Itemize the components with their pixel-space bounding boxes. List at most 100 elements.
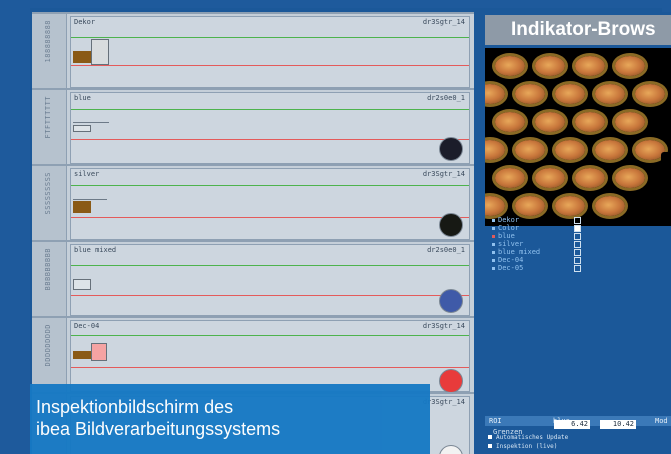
pattern-cell xyxy=(575,56,605,76)
indicator-box xyxy=(73,125,91,132)
indicator-tick xyxy=(73,122,109,123)
indicator-checkbox[interactable] xyxy=(574,217,581,224)
indicator-checkbox[interactable] xyxy=(574,241,581,248)
pattern-cell xyxy=(515,140,545,160)
inspection-image[interactable] xyxy=(485,48,671,226)
limit-min-input[interactable]: 6.42 xyxy=(554,420,590,429)
bullet-icon xyxy=(492,242,495,246)
lower-limit-line xyxy=(71,217,469,218)
panel-name: silver xyxy=(74,170,100,178)
pattern-cell xyxy=(555,196,585,216)
panel-axis-label: 188888888 xyxy=(32,14,67,90)
panel-name: Dec-04 xyxy=(74,322,100,330)
indicator-list-item[interactable]: Dec-04 xyxy=(492,256,581,264)
indicator-bar xyxy=(73,201,91,213)
upper-limit-line xyxy=(71,109,469,110)
panel-axis-label: DDDDDDDDD xyxy=(32,318,67,394)
bullet-icon xyxy=(492,218,495,222)
pattern-cell xyxy=(515,196,545,216)
indicator-plot[interactable]: silver dr3Sgtr_14 xyxy=(70,168,470,240)
indicator-panel: DDDDDDDDD Dec-04 dr3Sgtr_14 xyxy=(32,316,474,394)
color-sample-circle xyxy=(439,445,463,454)
indicator-checkbox[interactable] xyxy=(574,233,581,240)
indicator-checkbox[interactable] xyxy=(574,249,581,256)
indicator-list-item[interactable]: Color xyxy=(492,224,581,232)
browser-title: Indikator-Brows xyxy=(511,19,656,40)
lower-limit-line xyxy=(71,139,469,140)
indicator-list-item[interactable]: silver xyxy=(492,240,581,248)
upper-limit-line xyxy=(71,185,469,186)
panel-id: dr3Sgtr_14 xyxy=(422,170,465,178)
roi-label: ROI xyxy=(489,417,502,425)
bullet-icon xyxy=(492,234,495,238)
panel-id: dr2s0e0_1 xyxy=(427,246,465,254)
pattern-cell xyxy=(485,196,505,216)
option-live-inspection[interactable]: Inspektion (live) xyxy=(488,443,557,450)
pattern-cell xyxy=(515,84,545,104)
indicator-checkbox[interactable] xyxy=(574,265,581,272)
panel-id: dr3Sgtr_14 xyxy=(422,18,465,26)
indicator-list-item[interactable]: Dekor xyxy=(492,216,581,224)
pattern-cell xyxy=(615,168,645,188)
pattern-cell xyxy=(555,140,585,160)
indicator-list: Dekor Color blue silver blue mixed Dec-0… xyxy=(492,216,581,272)
lower-limit-line xyxy=(71,295,469,296)
pattern-cell xyxy=(555,84,585,104)
indicator-box xyxy=(91,343,107,361)
panel-axis-label: BBBBBBBBB xyxy=(32,242,67,318)
pattern-cell xyxy=(635,84,665,104)
marker-block xyxy=(661,62,671,74)
indicator-checkbox[interactable] xyxy=(574,225,581,232)
indicator-plot[interactable]: blue dr2s0e0_1 xyxy=(70,92,470,164)
bullet-icon xyxy=(492,250,495,254)
bullet-icon xyxy=(492,226,495,230)
upper-limit-line xyxy=(71,265,469,266)
indicator-list-item[interactable]: blue xyxy=(492,232,581,240)
option-auto-update[interactable]: Automatisches Update xyxy=(488,434,568,441)
pattern-cell xyxy=(485,84,505,104)
indicator-box xyxy=(91,39,109,65)
checkbox-icon xyxy=(488,444,492,448)
pattern-cell xyxy=(595,84,625,104)
pattern-cell xyxy=(535,168,565,188)
pattern-cell xyxy=(595,140,625,160)
browser-title-bar: Indikator-Brows xyxy=(485,15,671,45)
caption-line: ibea Bildverarbeitungssystems xyxy=(36,419,281,439)
panel-id: dr2s0e0_1 xyxy=(427,94,465,102)
indicator-plot[interactable]: blue mixed dr2s0e0_1 xyxy=(70,244,470,316)
pattern-cell xyxy=(495,112,525,132)
checkbox-icon xyxy=(488,435,492,439)
lower-limit-line xyxy=(71,367,469,368)
indicator-plot[interactable]: Dec-04 dr3Sgtr_14 xyxy=(70,320,470,393)
marker-block xyxy=(661,194,671,206)
upper-limit-line xyxy=(71,335,469,336)
bullet-icon xyxy=(492,258,495,262)
indicator-list-item[interactable]: Dec-05 xyxy=(492,264,581,272)
pattern-cell xyxy=(575,168,605,188)
color-sample-circle xyxy=(439,369,463,393)
panel-name: blue mixed xyxy=(74,246,117,254)
indicator-list-item[interactable]: blue mixed xyxy=(492,248,581,256)
pattern-cell xyxy=(495,168,525,188)
pattern-cell xyxy=(615,112,645,132)
pattern-cell xyxy=(535,56,565,76)
caption-line: Inspektionbildschirm des xyxy=(36,397,234,417)
marker-block xyxy=(661,108,671,120)
pattern-cell xyxy=(485,140,505,160)
indicator-box xyxy=(73,279,91,290)
indicator-tick xyxy=(73,199,107,200)
marker-block xyxy=(661,152,671,164)
lower-limit-line xyxy=(71,65,469,66)
limit-max-input[interactable]: 10.42 xyxy=(600,420,636,429)
panel-name: blue xyxy=(74,94,91,102)
panel-name: Dekor xyxy=(74,18,96,26)
pattern-cell xyxy=(495,56,525,76)
indicator-browser: Indikator-Brows Dekor Color blue silver … xyxy=(480,12,671,454)
indicator-checkbox[interactable] xyxy=(574,257,581,264)
indicator-plot[interactable]: Dekor dr3Sgtr_14 xyxy=(70,16,470,88)
pattern-cell xyxy=(575,112,605,132)
indicator-panel: SSSSSSSSS silver dr3Sgtr_14 xyxy=(32,164,474,242)
panel-axis-label: SSSSSSSSS xyxy=(32,166,67,242)
color-sample-circle xyxy=(439,289,463,313)
pattern-cell xyxy=(615,56,645,76)
